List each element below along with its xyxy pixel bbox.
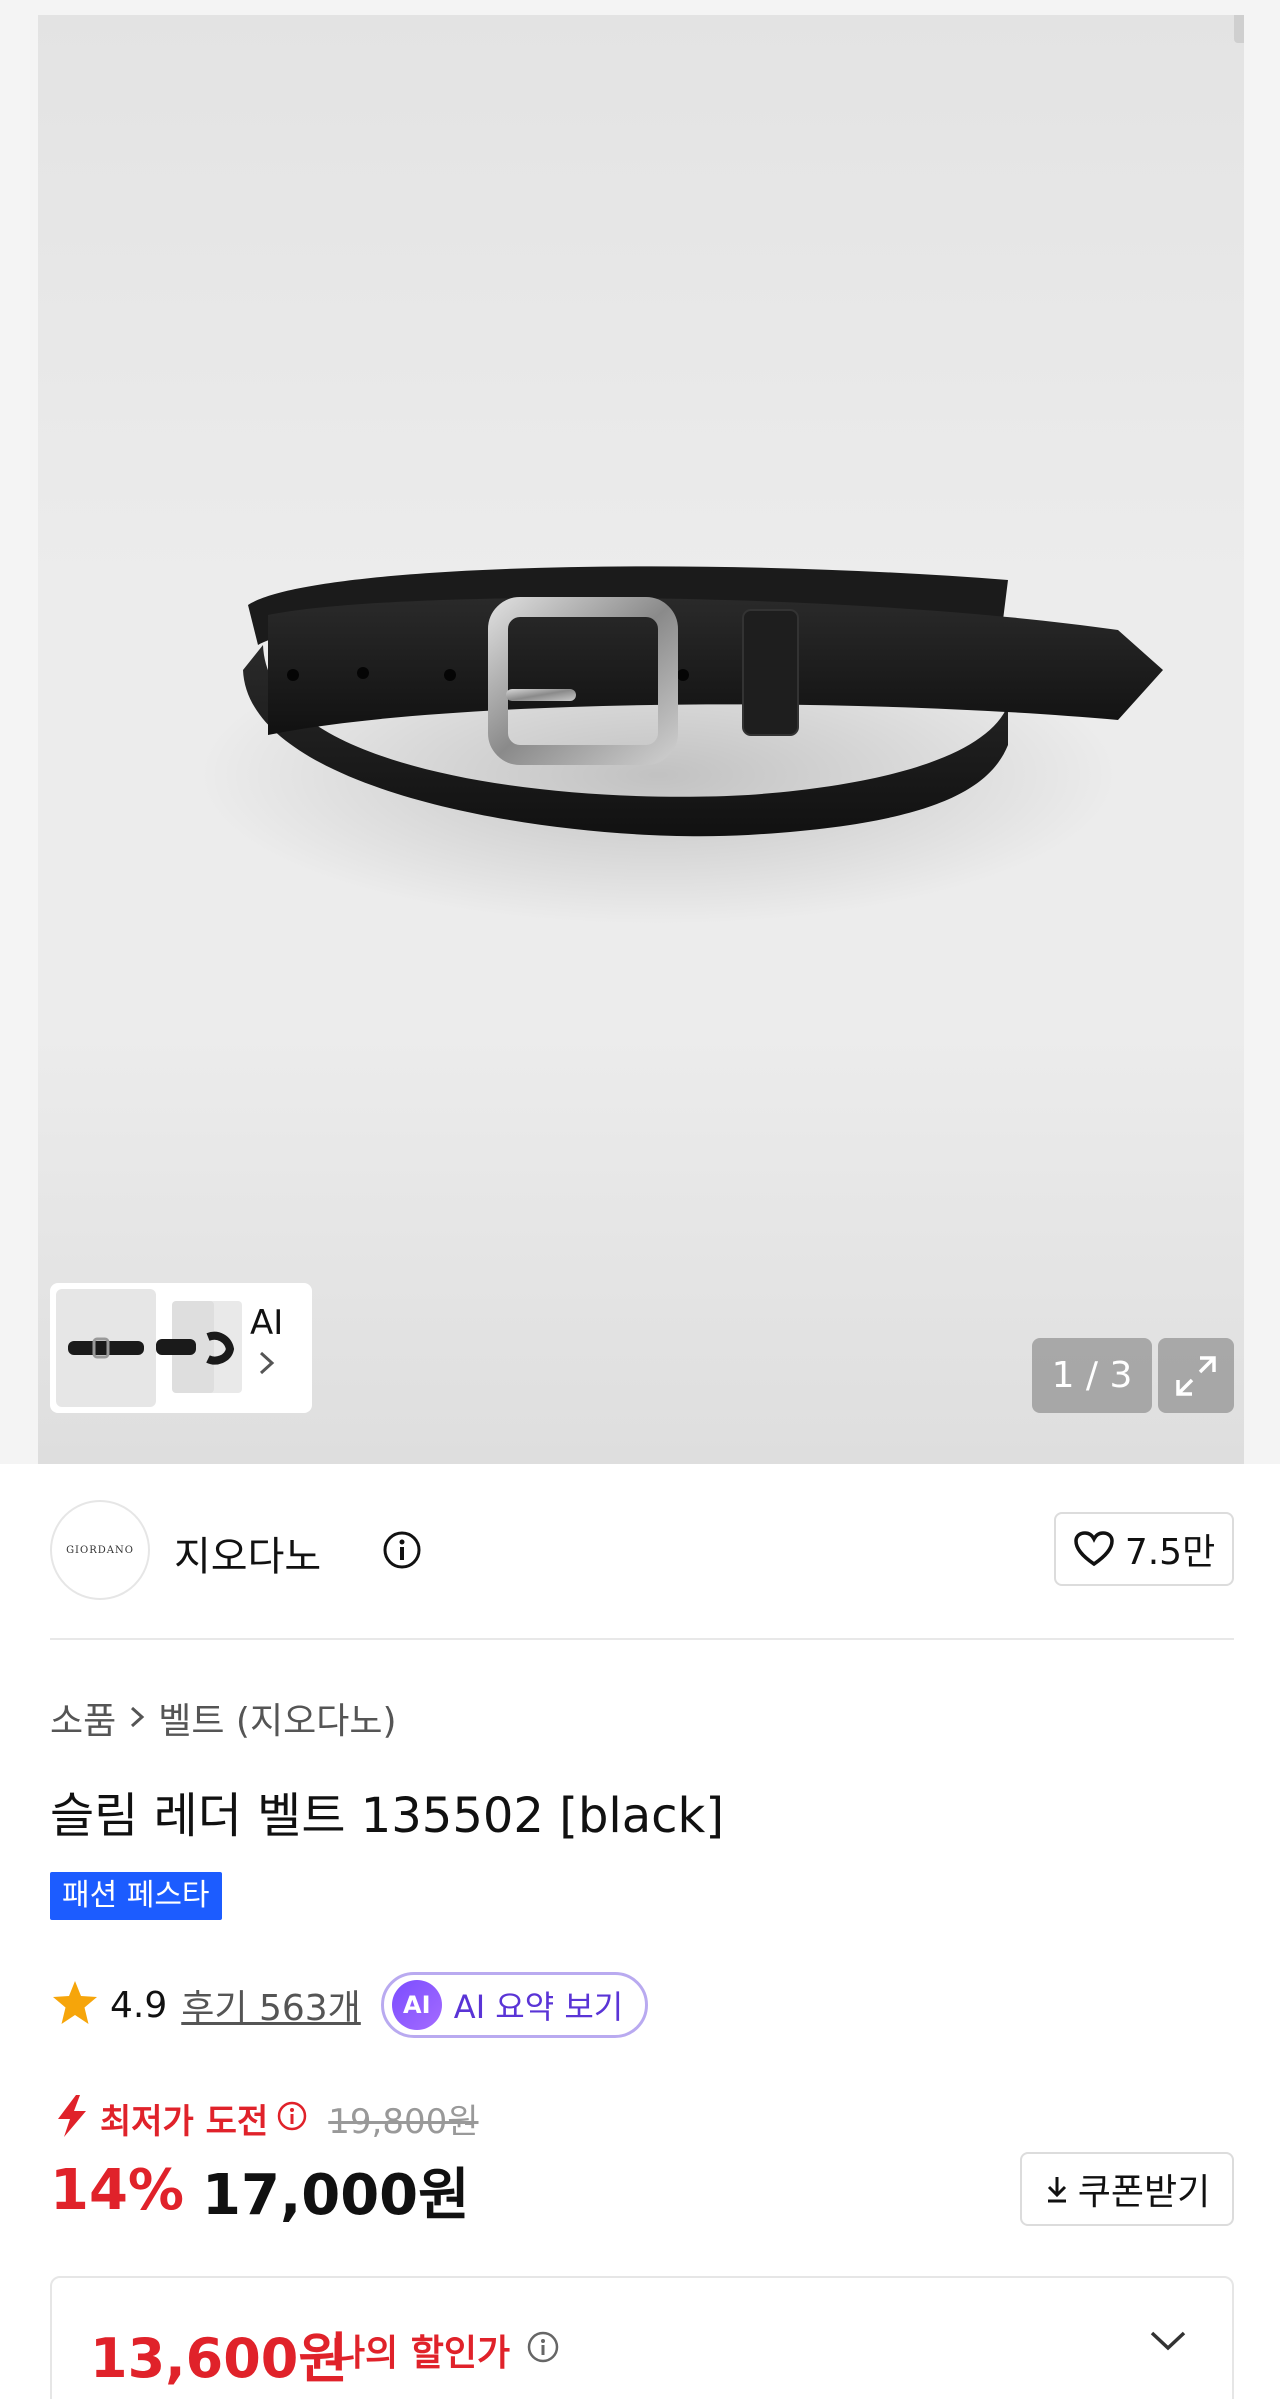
chevron-right-icon: [128, 1698, 146, 1739]
my-discount-price: 13,600원: [90, 2327, 349, 2390]
info-icon[interactable]: [526, 2330, 560, 2368]
download-icon: [1047, 2177, 1066, 2203]
thumbnail-belt-icon: [68, 1337, 144, 1359]
thumbnail-stack[interactable]: [156, 1289, 246, 1407]
image-counter: 1 / 3: [1032, 1338, 1152, 1413]
brand-row: GIORDANO 지오다노 7.5만: [50, 1500, 1234, 1600]
chevron-down-icon[interactable]: [1148, 2328, 1188, 2358]
expand-button[interactable]: [1158, 1338, 1234, 1413]
ai-icon: AI: [391, 1980, 442, 2030]
rating-row: 4.9 후기 563개 AI AI 요약 보기: [50, 1972, 649, 2038]
sale-price: 17,000원: [202, 2162, 470, 2228]
coupon-label: 쿠폰받기: [1077, 2172, 1211, 2213]
ai-summary-button[interactable]: AI AI 요약 보기: [380, 1972, 649, 2038]
thumbnail-1[interactable]: [56, 1289, 156, 1407]
info-icon[interactable]: [382, 1530, 422, 1574]
expand-icon: [1176, 1355, 1216, 1396]
brand-logo[interactable]: GIORDANO: [50, 1500, 150, 1600]
thumbnail-strip[interactable]: AI: [50, 1283, 312, 1413]
price-row: 14% 17,000원: [50, 2150, 470, 2230]
breadcrumb: 소품 벨트 (지오다노): [50, 1692, 397, 1744]
ai-thumbnail-label: AI: [250, 1303, 284, 1343]
product-title: 슬림 레더 벨트 135502 [black]: [50, 1788, 725, 1844]
review-link[interactable]: 후기 563개: [181, 1979, 361, 2031]
lightning-icon: [52, 2093, 92, 2143]
ai-thumbnail-link[interactable]: AI: [250, 1303, 283, 1384]
discount-rate: 14%: [50, 2157, 185, 2223]
brand-name[interactable]: 지오다노: [174, 1524, 321, 1582]
divider: [50, 1638, 1234, 1640]
info-icon[interactable]: [276, 2100, 308, 2136]
thumbnail-2-icon: [156, 1331, 235, 1365]
product-gallery[interactable]: AI 1 / 3: [0, 0, 1280, 1464]
promo-badge: 패션 페스타: [50, 1872, 222, 1920]
lowest-price-row: 최저가 도전 19,800원: [52, 2090, 479, 2146]
lowest-price-label: 최저가 도전: [100, 2101, 269, 2142]
chevron-right-icon: [258, 1349, 276, 1384]
coupon-button[interactable]: 쿠폰받기: [1020, 2152, 1234, 2226]
original-price: 19,800원: [328, 2101, 479, 2142]
like-button[interactable]: 7.5만: [1054, 1512, 1234, 1586]
scroll-indicator: [1234, 15, 1244, 43]
breadcrumb-parent[interactable]: 소품: [50, 1692, 116, 1744]
my-discount-label: 나의 할인가: [332, 2333, 511, 2374]
product-image[interactable]: [38, 15, 1244, 1464]
like-count: 7.5만: [1124, 1532, 1216, 1573]
belt-illustration: [198, 566, 1163, 925]
my-price-panel[interactable]: 13,600원 나의 할인가: [50, 2276, 1234, 2399]
star-icon: [50, 1979, 100, 2031]
rating-score: 4.9: [110, 1984, 168, 2026]
heart-icon: [1074, 1531, 1114, 1567]
breadcrumb-current[interactable]: 벨트 (지오다노): [158, 1692, 396, 1744]
ai-summary-label: AI 요약 보기: [453, 1988, 624, 2026]
